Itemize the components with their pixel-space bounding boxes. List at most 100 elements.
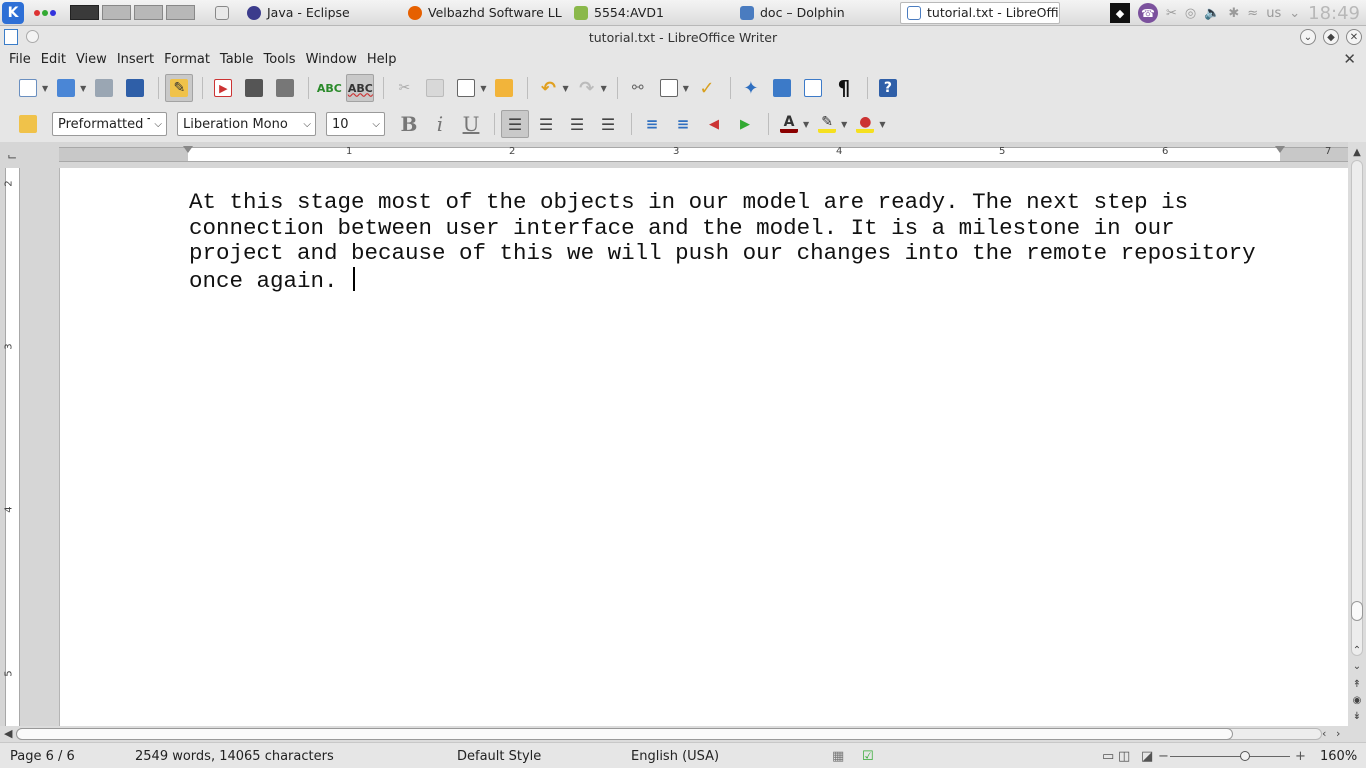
- left-indent-marker[interactable]: [183, 146, 193, 153]
- document-area[interactable]: At this stage most of the objects in our…: [26, 168, 1348, 726]
- writer-app-icon[interactable]: [4, 29, 18, 45]
- book-view-icon[interactable]: ◪: [1141, 749, 1153, 764]
- bullets-button[interactable]: ≡: [669, 110, 697, 138]
- desktop-3[interactable]: [134, 5, 163, 20]
- clone-formatting-button[interactable]: [490, 74, 518, 102]
- scroll-right-small-button[interactable]: ›: [1336, 727, 1340, 740]
- viber-icon[interactable]: ☎: [1137, 3, 1158, 23]
- dropbox-icon[interactable]: ◆: [1109, 3, 1130, 23]
- export-pdf-button[interactable]: ▶: [209, 74, 237, 102]
- desktop-2[interactable]: [102, 5, 131, 20]
- paste-dropdown-arrow[interactable]: ▼: [480, 84, 486, 93]
- window-titlebar[interactable]: tutorial.txt - LibreOffice Writer ⌄ ◆ ✕: [0, 26, 1366, 48]
- maximize-button[interactable]: ◆: [1323, 29, 1339, 45]
- print-button-blue[interactable]: [52, 74, 80, 102]
- volume-icon[interactable]: 🔈: [1204, 6, 1220, 21]
- scroll-up-button[interactable]: ▲: [1351, 146, 1363, 158]
- zoom-out-button[interactable]: −: [1158, 749, 1169, 764]
- print-dropdown-arrow[interactable]: ▼: [80, 84, 86, 93]
- print-button[interactable]: [240, 74, 268, 102]
- language-status[interactable]: English (USA): [631, 749, 719, 764]
- scroll-left-small-button[interactable]: ‹: [1322, 727, 1326, 740]
- kde-menu-button[interactable]: K: [2, 1, 24, 24]
- font-size-select[interactable]: 10 ⌵: [326, 112, 385, 136]
- redo-dropdown-arrow[interactable]: ▼: [601, 84, 607, 93]
- word-count-status[interactable]: 2549 words, 14065 characters: [135, 749, 334, 764]
- activities-icon[interactable]: [34, 9, 56, 16]
- scroll-left-button[interactable]: ◀: [4, 727, 12, 740]
- previous-page-button[interactable]: ↟: [1351, 678, 1363, 690]
- close-document-icon[interactable]: ✕: [1343, 50, 1356, 68]
- vertical-scroll-track[interactable]: [1351, 160, 1363, 656]
- highlighting-dropdown-arrow[interactable]: ▼: [841, 120, 847, 129]
- zoom-slider-track[interactable]: [1170, 756, 1290, 757]
- align-center-button[interactable]: ☰: [532, 110, 560, 138]
- undo-button[interactable]: ↶: [534, 74, 562, 102]
- menu-format[interactable]: Format: [159, 52, 215, 67]
- bluetooth-icon[interactable]: ✱: [1228, 6, 1239, 21]
- print-preview-button[interactable]: [271, 74, 299, 102]
- hyperlink-button[interactable]: ⚯: [624, 74, 652, 102]
- zoom-level-status[interactable]: 160%: [1320, 749, 1357, 764]
- align-right-button[interactable]: ☰: [563, 110, 591, 138]
- menu-file[interactable]: File: [4, 52, 36, 67]
- justify-button[interactable]: ☰: [594, 110, 622, 138]
- tab-stop-selector[interactable]: ⌙: [7, 149, 17, 163]
- formatting-marks-button[interactable]: ¶: [830, 74, 858, 102]
- horizontal-scroll-thumb[interactable]: [16, 728, 1233, 740]
- scroll-down-small-button[interactable]: ⌄: [1351, 660, 1363, 672]
- spellcheck-button[interactable]: ABC: [315, 74, 343, 102]
- horizontal-scrollbar[interactable]: ◀ ‹ ›: [0, 726, 1366, 742]
- task-eclipse[interactable]: Java - Eclipse: [241, 2, 396, 24]
- minimize-button[interactable]: ⌄: [1300, 29, 1316, 45]
- insert-mode-icon[interactable]: ▦: [832, 749, 844, 764]
- numbering-button[interactable]: ≡: [638, 110, 666, 138]
- menu-insert[interactable]: Insert: [112, 52, 159, 67]
- document-body[interactable]: At this stage most of the objects in our…: [189, 189, 1279, 294]
- auto-spellcheck-button[interactable]: ABC: [346, 74, 375, 102]
- new-document-button[interactable]: [14, 74, 42, 102]
- highlighting-button[interactable]: ✎: [813, 110, 841, 138]
- table-dropdown-arrow[interactable]: ▼: [683, 84, 689, 93]
- font-color-button[interactable]: A: [775, 110, 803, 138]
- task-firefox[interactable]: Velbazhd Software LLC: [402, 2, 562, 24]
- document-saved-icon[interactable]: ☑: [862, 749, 874, 764]
- italic-button[interactable]: i: [426, 110, 454, 138]
- horizontal-ruler[interactable]: ⌙ 1 2 3 4 5 6 7: [0, 142, 1348, 168]
- font-color-dropdown-arrow[interactable]: ▼: [803, 120, 809, 129]
- data-sources-button[interactable]: [799, 74, 827, 102]
- decrease-indent-button[interactable]: ◀: [700, 110, 728, 138]
- save-button[interactable]: [90, 74, 118, 102]
- underline-button[interactable]: U: [457, 110, 485, 138]
- insert-table-button[interactable]: [655, 74, 683, 102]
- single-page-view-icon[interactable]: ▭: [1102, 749, 1114, 764]
- menu-window[interactable]: Window: [301, 52, 362, 67]
- scroll-up-small-button[interactable]: ⌃: [1351, 644, 1363, 656]
- document-page[interactable]: At this stage most of the objects in our…: [59, 168, 1348, 726]
- new-dropdown-arrow[interactable]: ▼: [42, 84, 48, 93]
- background-color-button[interactable]: ●: [851, 110, 879, 138]
- show-draw-functions-button[interactable]: ✓: [693, 74, 721, 102]
- desktop-4[interactable]: [166, 5, 195, 20]
- redo-button[interactable]: ↷: [573, 74, 601, 102]
- align-left-button[interactable]: ☰: [501, 110, 529, 138]
- task-dolphin[interactable]: doc – Dolphin: [734, 2, 894, 24]
- increase-indent-button[interactable]: ▶: [731, 110, 759, 138]
- desktop-pager[interactable]: [70, 5, 195, 20]
- paragraph-style-select[interactable]: Preformatted Te ⌵: [52, 112, 167, 136]
- menu-edit[interactable]: Edit: [36, 52, 71, 67]
- close-button[interactable]: ✕: [1346, 29, 1362, 45]
- keyboard-layout-label[interactable]: us: [1266, 6, 1281, 21]
- multi-page-view-icon[interactable]: ◫: [1118, 749, 1130, 764]
- font-name-select[interactable]: Liberation Mono ⌵: [177, 112, 316, 136]
- copy-button[interactable]: [421, 74, 449, 102]
- navigator-button[interactable]: ✦: [737, 74, 765, 102]
- undo-dropdown-arrow[interactable]: ▼: [562, 84, 568, 93]
- desktop-1[interactable]: [70, 5, 99, 20]
- edit-mode-button[interactable]: ✎: [165, 74, 194, 102]
- paste-button[interactable]: [452, 74, 480, 102]
- chevron-down-icon[interactable]: ⌄: [1289, 6, 1300, 21]
- zoom-in-button[interactable]: +: [1295, 749, 1306, 764]
- zoom-slider-knob[interactable]: [1240, 751, 1250, 761]
- scissors-icon[interactable]: ✂: [1166, 6, 1177, 21]
